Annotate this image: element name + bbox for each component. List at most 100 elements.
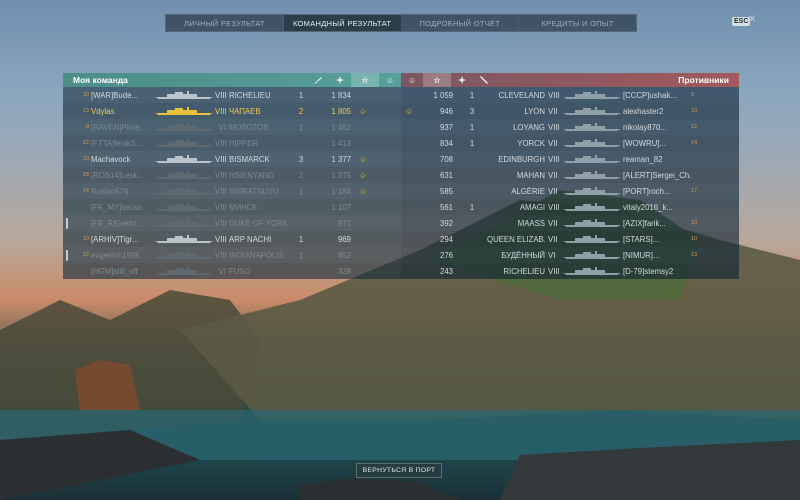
tab-personal-result[interactable]: Личный результат <box>166 15 284 31</box>
player-name[interactable]: Machavock <box>91 155 153 164</box>
ship-silhouette-icon <box>153 90 215 100</box>
ship-silhouette-icon <box>561 90 623 100</box>
ship-tier: VI <box>218 266 226 276</box>
player-name[interactable]: vitaly2016_k... <box>623 203 691 212</box>
player-name[interactable]: [FTTA]fenikS... <box>91 139 153 148</box>
player-name[interactable]: [PORT]roch... <box>623 187 691 196</box>
player-level: 13 <box>82 108 89 114</box>
base-xp: 561 <box>439 202 453 212</box>
player-name[interactable]: [HGM]still_off <box>91 267 153 276</box>
my-team-panel: Моя команда ☆ ☺ 10 [WAR]Bude... VIII RICHEL… <box>63 73 401 279</box>
enemy-row[interactable]: 392 MAASS VII [AZIX]farik... 10 <box>401 215 739 231</box>
player-name[interactable]: evgenich1985 <box>91 251 153 260</box>
ally-row[interactable]: [FK_MY]secsic VIII МИНСК 1 107 <box>63 199 401 215</box>
ship-silhouette-icon <box>153 266 215 276</box>
ship-tier: VIII <box>215 106 227 116</box>
enemy-row[interactable]: 708 EDINBURGH VIII reaman_82 <box>401 151 739 167</box>
player-name[interactable]: [ROS14]Lesk... <box>91 171 153 180</box>
base-xp: 969 <box>337 234 351 244</box>
my-team-title: Моя команда <box>73 75 128 85</box>
torpedo-icon[interactable] <box>307 73 329 87</box>
medal-icon[interactable]: ☺ <box>401 73 423 87</box>
ally-row[interactable]: 22 evgenich1985 VIII INDIANAPOLIS 1 852 <box>63 247 401 263</box>
plane-icon[interactable] <box>329 73 351 87</box>
ship-tier: VIII <box>215 90 227 100</box>
kills-count: 1 <box>469 202 475 212</box>
torpedo-icon[interactable] <box>473 73 495 87</box>
enemy-row[interactable]: 276 БУДЁННЫЙ VI [NIMUR]... 13 <box>401 247 739 263</box>
ship-silhouette-icon <box>153 218 215 228</box>
enemy-row[interactable]: 834 1 YORCK VII [WOWRU]... 14 <box>401 135 739 151</box>
ship-silhouette-icon <box>561 250 623 260</box>
player-name[interactable]: [STARS]... <box>623 235 691 244</box>
enemy-row[interactable]: 294 QUEEN ELIZAB... VII [STARS]... 10 <box>401 231 739 247</box>
player-name[interactable]: Ruslan576 <box>91 187 153 196</box>
ship-name: MAHAN <box>516 170 545 180</box>
enemy-row[interactable]: 561 1 AMAGI VIII vitaly2016_k... <box>401 199 739 215</box>
ship-tier: VIII <box>215 186 227 196</box>
ship-silhouette-icon <box>561 106 623 116</box>
ally-row[interactable]: 13 Vdylas VIII ЧАПАЕВ 2 1 805 ☺ <box>63 103 401 119</box>
ship-name: МИНСК <box>229 202 257 212</box>
tab-credits-xp[interactable]: Кредиты и опыт <box>519 15 636 31</box>
player-name[interactable]: [AZIX]farik... <box>623 219 691 228</box>
medal-icon[interactable]: ☺ <box>379 73 401 87</box>
ally-row[interactable]: 10 [WAR]Bude... VIII RICHELIEU 1 1 834 <box>63 87 401 103</box>
player-name[interactable]: reaman_82 <box>623 155 691 164</box>
player-name[interactable]: [FB_R]Gekto... <box>91 219 153 228</box>
player-name[interactable]: [RAVEN]Piote... <box>91 123 153 132</box>
base-xp: 1 462 <box>331 122 351 132</box>
ship-name: HSIENYANG <box>229 170 275 180</box>
ally-row[interactable]: [HGM]still_off VI FUSO 328 <box>63 263 401 279</box>
enemy-row[interactable]: 937 1 LOYANG VIII nikolay870... 12 <box>401 119 739 135</box>
player-name[interactable]: [WOWRU]... <box>623 139 691 148</box>
player-name[interactable]: [FK_MY]secsic <box>91 203 153 212</box>
player-name[interactable]: [WAR]Bude... <box>91 91 153 100</box>
ship-silhouette-icon <box>153 234 215 244</box>
star-icon[interactable]: ☆ <box>423 73 451 87</box>
player-name[interactable]: [CCCP]ushak... <box>623 91 691 100</box>
ship-name: MAASS <box>517 218 545 228</box>
ally-row[interactable]: 12 [FTTA]fenikS... VIII HIPPER 1 413 <box>63 135 401 151</box>
tab-team-result[interactable]: Командный результат <box>283 15 402 31</box>
enemy-row[interactable]: 243 RICHELIEU VIII [D-79]stemsy2 <box>401 263 739 279</box>
player-name[interactable]: [ARHIV]Tigr... <box>91 235 153 244</box>
enemy-row[interactable]: 631 MAHAN VII [ALERT]Sergei_Ch... <box>401 167 739 183</box>
plane-icon[interactable] <box>451 73 473 87</box>
ally-row[interactable]: 14 Ruslan576 VIII SHIRATSUYU 1 1 184 ☺ <box>63 183 401 199</box>
player-name[interactable]: [ALERT]Sergei_Ch... <box>623 171 691 180</box>
ship-tier: VI <box>548 250 556 260</box>
enemy-row[interactable]: 585 ALGÉRIE VII [PORT]roch... 17 <box>401 183 739 199</box>
star-icon[interactable]: ☆ <box>351 73 379 87</box>
tab-detailed-report[interactable]: Подробный отчёт <box>402 15 520 31</box>
enemy-team-list: 1 059 1 CLEVELAND VIII [CCCP]ushak... 5 ☺ 946 3 L… <box>401 87 739 279</box>
player-name[interactable]: [NIMUR]... <box>623 251 691 260</box>
enemy-row[interactable]: 1 059 1 CLEVELAND VIII [CCCP]ushak... 5 <box>401 87 739 103</box>
return-to-port-button[interactable]: Вернуться в порт <box>356 463 442 478</box>
ship-tier: VII <box>548 234 558 244</box>
ally-row[interactable]: 10 Machavock VIII BISMARCK 3 1 377 ☺ <box>63 151 401 167</box>
ally-row[interactable]: [FB_R]Gekto... VIII DUKE OF YORK 971 <box>63 215 401 231</box>
ship-tier: VIII <box>548 266 560 276</box>
ally-row[interactable]: 10 [ARHIV]Tigr... VIII ARP NACHI 1 969 <box>63 231 401 247</box>
kills-count: 1 <box>298 234 304 244</box>
player-name[interactable]: nikolay870... <box>623 123 691 132</box>
ship-silhouette-icon <box>153 106 215 116</box>
kills-count: 1 <box>469 138 475 148</box>
base-xp: 1 184 <box>331 186 351 196</box>
kills-count: 3 <box>298 154 304 164</box>
close-icon[interactable]: ✕ <box>748 14 756 25</box>
ally-row[interactable]: 8 [RAVEN]Piote... VI МОЛОТОВ 1 1 462 <box>63 119 401 135</box>
enemy-row[interactable]: ☺ 946 3 LYON VII alexhaster2 10 <box>401 103 739 119</box>
player-name[interactable]: Vdylas <box>91 107 153 116</box>
base-xp: 1 059 <box>433 90 453 100</box>
ship-tier: VII <box>548 186 558 196</box>
ally-row[interactable]: 15 [ROS14]Lesk... VIII HSIENYANG 2 1 275 ☺ <box>63 167 401 183</box>
player-name[interactable]: alexhaster2 <box>623 107 691 116</box>
player-level: 22 <box>82 252 89 258</box>
base-xp: 328 <box>337 266 351 276</box>
my-team-header: Моя команда ☆ ☺ <box>63 73 401 87</box>
player-name[interactable]: [D-79]stemsy2 <box>623 267 691 276</box>
enemy-team-header: ☺ ☆ Противники <box>401 73 739 87</box>
base-xp: 392 <box>439 218 453 228</box>
